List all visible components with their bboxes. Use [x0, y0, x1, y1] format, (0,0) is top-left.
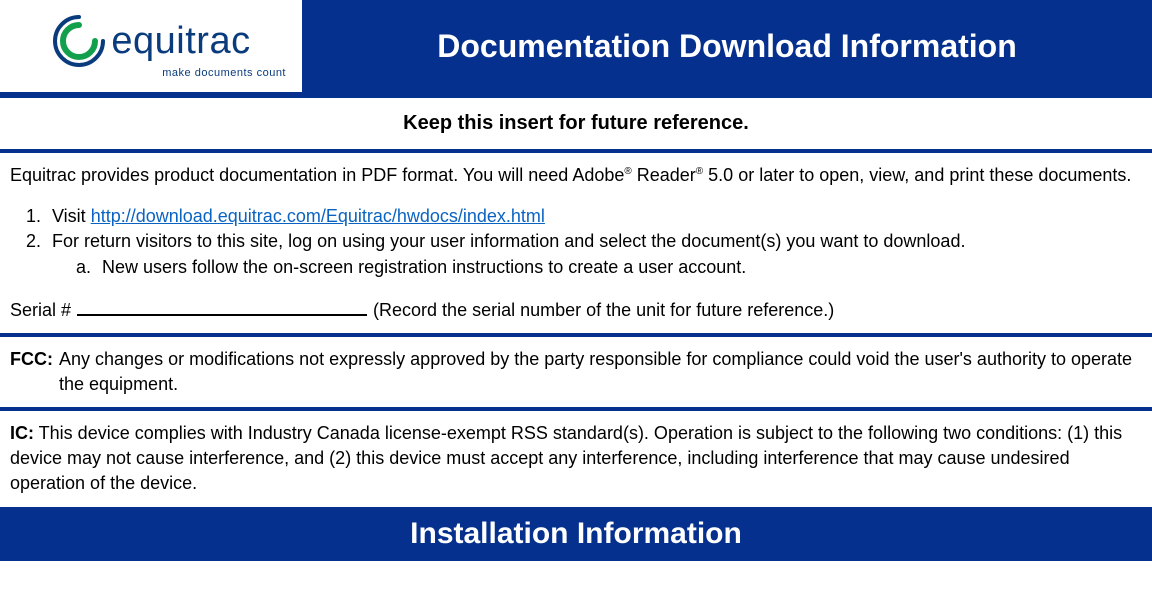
- step-2a: New users follow the on-screen registrat…: [96, 255, 1142, 280]
- ic-label: IC:: [10, 423, 34, 443]
- serial-label: Serial #: [10, 298, 71, 323]
- serial-input-line[interactable]: [77, 296, 367, 316]
- intro-post: 5.0 or later to open, view, and print th…: [703, 165, 1131, 185]
- header-row: equitrac make documents count Documentat…: [0, 0, 1152, 98]
- logo-tagline: make documents count: [162, 67, 292, 79]
- ic-text: This device complies with Industry Canad…: [10, 423, 1122, 493]
- step-1: Visit http://download.equitrac.com/Equit…: [46, 204, 1142, 229]
- page-title: Documentation Download Information: [302, 0, 1152, 92]
- intro-paragraph: Equitrac provides product documentation …: [10, 163, 1142, 188]
- step-1-pre: Visit: [52, 206, 91, 226]
- registered-mark-icon: ®: [624, 166, 631, 177]
- logo-row: equitrac: [51, 13, 250, 69]
- installation-title: Installation Information: [0, 511, 1152, 561]
- serial-row: Serial # (Record the serial number of th…: [10, 296, 1142, 323]
- logo-word: equitrac: [111, 20, 250, 63]
- fcc-text: Any changes or modifications not express…: [59, 347, 1142, 397]
- steps-list: Visit http://download.equitrac.com/Equit…: [10, 204, 1142, 280]
- instructions-section: Equitrac provides product documentation …: [0, 153, 1152, 337]
- equitrac-swirl-icon: [51, 13, 107, 69]
- fcc-line: FCC: Any changes or modifications not ex…: [10, 347, 1142, 397]
- serial-note: (Record the serial number of the unit fo…: [373, 298, 834, 323]
- step-2-text: For return visitors to this site, log on…: [52, 231, 965, 251]
- keep-insert-banner: Keep this insert for future reference.: [0, 98, 1152, 153]
- fcc-section: FCC: Any changes or modifications not ex…: [0, 337, 1152, 411]
- intro-pre: Equitrac provides product documentation …: [10, 165, 624, 185]
- ic-paragraph: IC: This device complies with Industry C…: [10, 421, 1142, 497]
- download-link[interactable]: http://download.equitrac.com/Equitrac/hw…: [91, 206, 545, 226]
- document-root: equitrac make documents count Documentat…: [0, 0, 1152, 561]
- ic-section: IC: This device complies with Industry C…: [0, 411, 1152, 511]
- intro-mid: Reader: [632, 165, 696, 185]
- step-2: For return visitors to this site, log on…: [46, 229, 1142, 279]
- fcc-label: FCC:: [10, 347, 53, 397]
- logo-box: equitrac make documents count: [0, 0, 302, 92]
- step-2-sublist: New users follow the on-screen registrat…: [52, 255, 1142, 280]
